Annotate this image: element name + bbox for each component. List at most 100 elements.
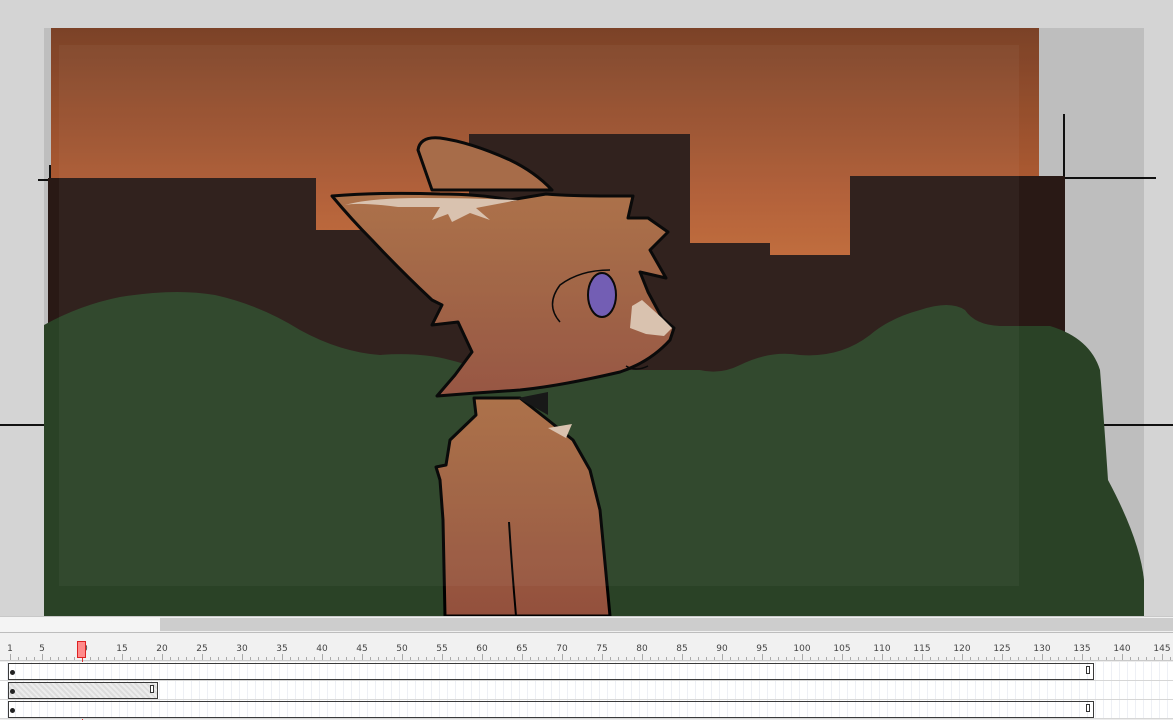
ruler-tick: [498, 657, 499, 660]
horizontal-scrollbar[interactable]: [0, 616, 1173, 632]
ruler-tick: [546, 657, 547, 660]
ruler-tick: [890, 657, 891, 660]
ruler-tick: [658, 657, 659, 660]
ruler-label: 95: [756, 644, 768, 654]
ruler-label: 55: [436, 644, 448, 654]
ruler-tick: [1146, 657, 1147, 660]
ruler-tick: [866, 657, 867, 660]
ruler-tick: [274, 657, 275, 660]
span-end-marker[interactable]: [1086, 704, 1090, 712]
scrollbar-track[interactable]: [0, 617, 160, 632]
layer-span[interactable]: [8, 701, 1094, 718]
layer-span[interactable]: [8, 663, 1094, 680]
ruler-tick: [690, 657, 691, 660]
ruler-tick: [490, 657, 491, 660]
ruler-tick: [242, 654, 243, 660]
ruler-tick: [874, 657, 875, 660]
ruler-tick: [730, 657, 731, 660]
ruler-tick: [26, 657, 27, 660]
ruler-tick: [842, 654, 843, 660]
ruler-label: 90: [716, 644, 728, 654]
stage-area[interactable]: [0, 0, 1173, 616]
ruler-label: 45: [356, 644, 368, 654]
ruler-tick: [898, 657, 899, 660]
ruler-tick: [1034, 657, 1035, 660]
timeline-panel[interactable]: 1510152025303540455055606570758085909510…: [0, 632, 1173, 720]
ruler-tick: [410, 657, 411, 660]
ruler-tick: [986, 657, 987, 660]
ruler-tick: [962, 654, 963, 660]
ruler-tick: [586, 657, 587, 660]
ruler-tick: [970, 657, 971, 660]
ruler-tick: [778, 657, 779, 660]
ruler-tick: [386, 657, 387, 660]
span-end-marker[interactable]: [150, 685, 154, 693]
ruler-tick: [330, 657, 331, 660]
ruler-tick: [682, 654, 683, 660]
ruler-tick: [170, 657, 171, 660]
scrollbar-thumb[interactable]: [160, 618, 1173, 631]
ruler-tick: [562, 654, 563, 660]
ruler-tick: [58, 657, 59, 660]
ruler-tick: [666, 657, 667, 660]
ruler-tick: [1162, 654, 1163, 660]
ruler-tick: [234, 657, 235, 660]
ruler-tick: [946, 657, 947, 660]
ruler-tick: [674, 657, 675, 660]
ruler-tick: [34, 657, 35, 660]
layer-row[interactable]: [0, 662, 1173, 681]
ruler-tick: [594, 657, 595, 660]
ruler-tick: [378, 657, 379, 660]
ruler-tick: [354, 657, 355, 660]
ruler-tick: [178, 657, 179, 660]
ruler-tick: [978, 657, 979, 660]
ruler-tick: [850, 657, 851, 660]
span-end-marker[interactable]: [1086, 666, 1090, 674]
ruler-tick: [738, 657, 739, 660]
layer-row[interactable]: [0, 681, 1173, 700]
ruler-tick: [1098, 657, 1099, 660]
ruler-label: 100: [793, 644, 811, 654]
layer-row[interactable]: [0, 700, 1173, 719]
ruler-tick: [786, 657, 787, 660]
ruler-tick: [1090, 657, 1091, 660]
ruler-tick: [1026, 657, 1027, 660]
ruler-label: 65: [516, 644, 528, 654]
ruler-tick: [922, 654, 923, 660]
ruler-tick: [906, 657, 907, 660]
frame-ruler[interactable]: 1510152025303540455055606570758085909510…: [0, 633, 1173, 661]
ruler-tick: [858, 657, 859, 660]
ruler-tick: [218, 657, 219, 660]
ruler-tick: [578, 657, 579, 660]
ruler-tick: [706, 657, 707, 660]
ruler-label: 5: [39, 644, 45, 654]
ruler-tick: [938, 657, 939, 660]
ruler-tick: [250, 657, 251, 660]
playhead-handle[interactable]: [77, 641, 86, 658]
ruler-tick: [66, 657, 67, 660]
ruler-tick: [538, 657, 539, 660]
ruler-label: 125: [993, 644, 1011, 654]
ruler-label: 110: [873, 644, 891, 654]
ruler-label: 140: [1113, 644, 1131, 654]
ruler-tick: [18, 657, 19, 660]
ruler-label: 75: [596, 644, 608, 654]
ruler-tick: [106, 657, 107, 660]
ruler-tick: [818, 657, 819, 660]
ruler-tick: [1130, 657, 1131, 660]
ruler-label: 135: [1073, 644, 1091, 654]
ruler-tick: [714, 657, 715, 660]
ruler-label: 80: [636, 644, 648, 654]
stage-canvas[interactable]: [0, 0, 1173, 616]
ruler-tick: [90, 657, 91, 660]
ruler-tick: [370, 657, 371, 660]
ruler-tick: [610, 657, 611, 660]
ruler-label: 15: [116, 644, 128, 654]
ruler-tick: [226, 657, 227, 660]
ruler-tick: [42, 654, 43, 660]
ruler-tick: [194, 657, 195, 660]
ruler-tick: [994, 657, 995, 660]
ruler-tick: [482, 654, 483, 660]
ruler-tick: [930, 657, 931, 660]
layer-span[interactable]: [8, 682, 158, 699]
